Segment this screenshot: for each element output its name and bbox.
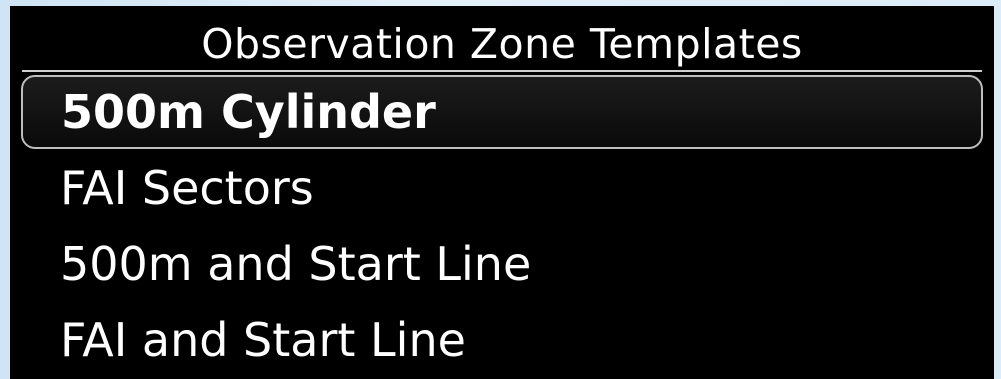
observation-zone-dialog: Observation Zone Templates 500m Cylinder… <box>10 6 994 379</box>
template-list[interactable]: 500m Cylinder FAI Sectors 500m and Start… <box>10 72 994 378</box>
list-item-label: 500m Cylinder <box>61 85 436 139</box>
list-item-label: FAI Sectors <box>60 161 314 215</box>
list-item-label: FAI and Start Line <box>60 313 466 367</box>
dialog-title: Observation Zone Templates <box>201 20 803 68</box>
list-item-500m-and-start-line[interactable]: 500m and Start Line <box>10 226 994 302</box>
list-item-fai-and-start-line[interactable]: FAI and Start Line <box>10 302 994 378</box>
list-item-500m-cylinder[interactable]: 500m Cylinder <box>21 75 983 149</box>
list-item-label: 500m and Start Line <box>60 237 532 291</box>
list-item-fai-sectors[interactable]: FAI Sectors <box>10 150 994 226</box>
